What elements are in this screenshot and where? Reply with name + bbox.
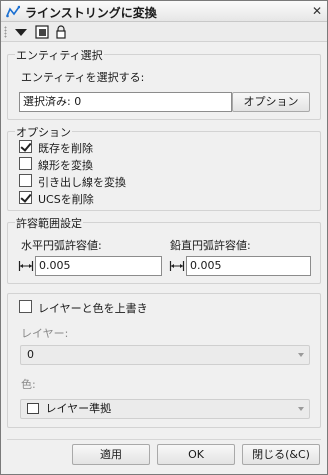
horizontal-tolerance-input[interactable]: 0.005 <box>35 256 162 276</box>
close-button[interactable]: 閉じる(&C) <box>242 444 320 465</box>
chevron-down-icon <box>298 353 304 357</box>
override-layer-color-label: レイヤーと色を上書き <box>38 302 148 315</box>
layer-select[interactable]: 0 <box>20 345 310 365</box>
apply-button[interactable]: 適用 <box>72 444 150 465</box>
entity-select-prompt: エンティティを選択する: <box>21 71 145 84</box>
delete-existing-checkbox[interactable] <box>19 140 32 153</box>
convert-alignment-checkbox[interactable] <box>19 157 32 170</box>
selected-count-field: 選択済み: 0 <box>19 92 232 112</box>
horizontal-dimension-icon <box>18 261 34 271</box>
horizontal-tolerance-label: 水平円弧許容値: <box>21 239 102 252</box>
layer-label: レイヤー: <box>21 327 69 340</box>
tolerance-group-title: 許容範囲設定 <box>15 215 83 231</box>
entity-select-group-title: エンティティ選択 <box>15 47 104 63</box>
window-title: ラインストリングに変換 <box>25 6 157 20</box>
convert-linestring-icon <box>6 5 20 18</box>
options-group-title: オプション <box>15 124 72 140</box>
convert-alignment-label: 線形を変換 <box>38 159 93 172</box>
options-button[interactable]: オプション <box>232 92 310 112</box>
ok-button[interactable]: OK <box>157 444 235 465</box>
vertical-tolerance-label: 鉛直円弧許容値: <box>170 239 251 252</box>
color-select[interactable]: レイヤー準拠 <box>20 399 310 419</box>
vertical-tolerance-input[interactable]: 0.005 <box>186 256 311 276</box>
chevron-down-icon <box>298 407 304 411</box>
lock-icon[interactable] <box>55 25 67 39</box>
delete-existing-label: 既存を削除 <box>38 142 93 155</box>
delete-ucs-checkbox[interactable] <box>19 191 32 204</box>
override-layer-color-checkbox[interactable] <box>19 300 32 313</box>
toolbar <box>1 22 327 42</box>
select-objects-icon[interactable] <box>35 25 49 39</box>
dialog-window: ラインストリングに変換 ✕ エンティティ選択 エンティティを選択する: 選択済み… <box>0 0 328 475</box>
delete-ucs-label: UCSを削除 <box>38 193 94 206</box>
layer-select-value: 0 <box>27 348 34 361</box>
toolbar-grip[interactable] <box>4 26 7 38</box>
color-swatch <box>27 403 39 414</box>
dropdown-triangle-icon[interactable] <box>13 25 29 39</box>
close-icon[interactable]: ✕ <box>310 4 324 18</box>
convert-leader-checkbox[interactable] <box>19 174 32 187</box>
title-bar[interactable]: ラインストリングに変換 ✕ <box>1 1 327 22</box>
convert-leader-label: 引き出し線を変換 <box>38 176 126 189</box>
color-label: 色: <box>21 378 36 391</box>
footer-divider <box>7 439 321 440</box>
vertical-dimension-icon <box>169 261 185 271</box>
color-select-value: レイヤー準拠 <box>45 402 112 415</box>
